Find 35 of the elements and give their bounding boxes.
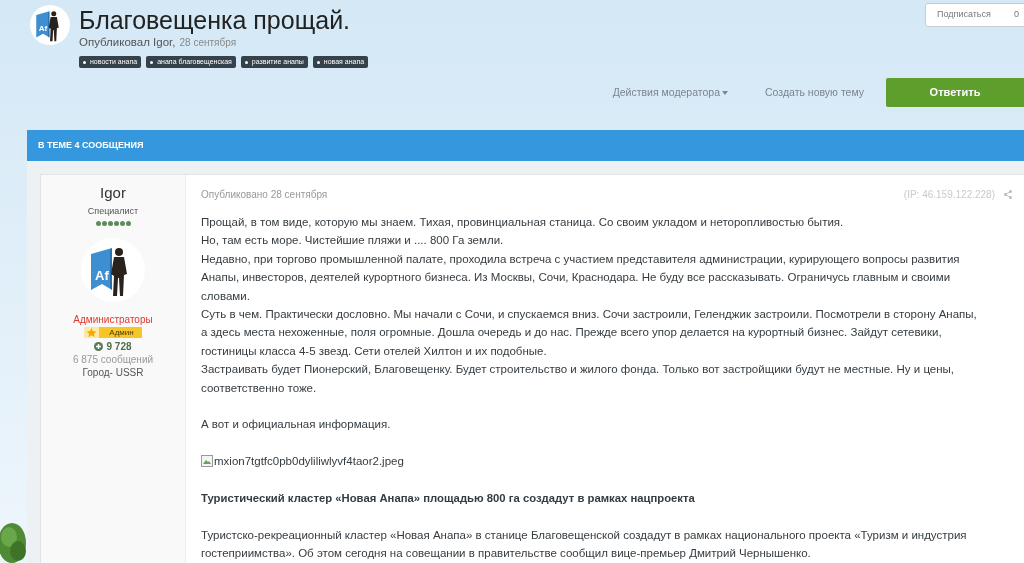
topic-count-title: В ТЕМЕ 4 СООБЩЕНИЯ <box>38 138 144 152</box>
post-text: Суть в чем. Практически дословно. Мы начали с Сочи, и спускаемся вниз. Сочи застроили, Геленджик застроили. Посмотрели в сторону Анапы, а здесь места нехоженные, поля огромные. Дошла очередь и до нас. Прежде всего упор делается на курортный бизнес. Зайдут сетевики, гостиницы класса 4-5 звезд. Сети отелей Хилтон и их подобные. <box>201 307 978 359</box>
post-text: Недавно, при торгово промышленной палате, проходила встреча с участием представителя администрации, курирующего вопросы развития Анапы, инвесторов, деятелей курортного бизнеса. Из Москвы, Сочи, Краснодара. Не буду все рассказывать. Ограничусь главным и своими словами. <box>201 251 961 304</box>
star-icon <box>84 327 100 338</box>
tag-hole-icon <box>244 60 248 64</box>
author-rank: Специалист <box>87 205 139 217</box>
tag-hole-icon <box>316 60 320 64</box>
subscribe-button[interactable]: Подписаться 0 <box>925 3 1024 27</box>
post-heading: Туристический кластер «Новая Анапа» площадью 800 га создадут в рамках нацпроекта <box>201 491 696 507</box>
author-city: Город- USSR <box>82 366 144 380</box>
published-date: Опубликовано 28 сентября <box>201 187 328 202</box>
avatar-drawing <box>81 238 145 302</box>
author-name[interactable]: Igor <box>100 184 126 202</box>
post-text: Туристско-рекреационный кластер «Новая Анапа» в станице Благовещенской создадут в рамках национального проекта «Туризм и индустрия гостеприимства». Об этом сегодня на совещании в правительстве сообщил вице-премьер Дмитрий Чернышенко. <box>201 527 968 562</box>
post-count: 6 875 сообщений <box>72 353 154 366</box>
logo-text: Af <box>95 268 109 283</box>
badge-label: Админ <box>109 327 134 338</box>
post-text: Застраивать будет Пионерский, Благовещенку. Будет строительство и жилого фонда. Только вот застройщики будут не местные. Ну и цены, соответственно тоже. <box>201 362 956 396</box>
post-text: Прощай, в том виде, которую мы знаем. Тихая, провинциальная станица. Со своим укладом и неторопливостью бытия. <box>201 215 845 230</box>
byline: Опубликовал Igor, <box>79 35 176 50</box>
broken-image-icon <box>201 455 213 468</box>
image-filename: mxion7tgtfc0pb0dyliliwlyvf4taor2.jpeg <box>214 454 404 470</box>
avatar-drawing <box>30 5 70 45</box>
reputation-count: 9 728 <box>106 340 132 353</box>
topic-title: Благовещенка прощай. <box>79 5 352 35</box>
caret-icon <box>722 90 729 95</box>
author-group: Администраторы <box>73 314 153 326</box>
plus-circle-icon <box>94 342 104 351</box>
tag-hole-icon <box>150 60 154 64</box>
subscriber-count: 0 <box>1013 8 1019 22</box>
post-date: 28 сентября <box>179 36 237 50</box>
tag-hole-icon <box>83 60 86 64</box>
share-icon[interactable] <box>1004 189 1012 199</box>
post-text: Но, там есть море. Чистейшие пляжи и .... 800 Га земли. <box>201 233 505 249</box>
post-text: А вот и официальная информация. <box>201 417 392 433</box>
